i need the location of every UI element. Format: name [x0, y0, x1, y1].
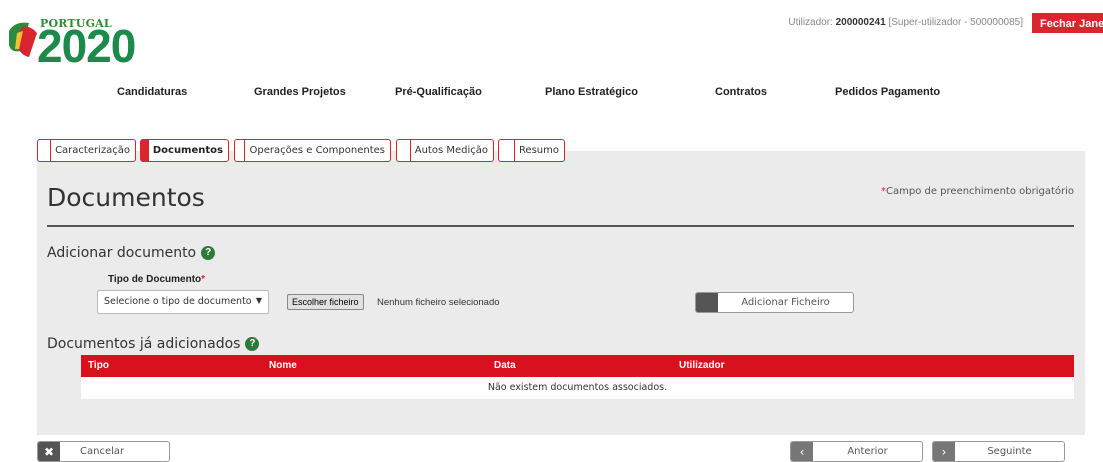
column-header-nome[interactable]: Nome	[269, 360, 297, 371]
nav-item-pedidos-pagamento[interactable]: Pedidos Pagamento	[835, 86, 940, 98]
cancel-label: Cancelar	[80, 446, 125, 457]
tab-resumo[interactable]: Resumo	[498, 139, 565, 162]
tab-label: Operações e Componentes	[249, 145, 385, 156]
chevron-left-icon: ‹	[791, 442, 813, 461]
required-star: *	[201, 274, 206, 285]
empty-message: Não existem documentos associados.	[487, 382, 668, 393]
add-file-button[interactable]: Adicionar Ficheiro	[695, 292, 854, 313]
nav-item-candidaturas[interactable]: Candidaturas	[117, 86, 187, 98]
tab-marker	[235, 140, 246, 161]
tab-operacoes-componentes[interactable]: Operações e Componentes	[234, 139, 391, 162]
tab-marker	[499, 140, 515, 161]
nav-item-grandes-projetos[interactable]: Grandes Projetos	[254, 86, 346, 98]
close-window-button[interactable]: Fechar Janela	[1032, 13, 1103, 33]
tab-label: Documentos	[152, 145, 223, 156]
tab-autos-medicao[interactable]: Autos Medição	[396, 139, 494, 162]
nav-item-pre-qualificacao[interactable]: Pré-Qualificação	[395, 86, 482, 98]
page-title: Documentos	[47, 183, 205, 212]
table-row: Não existem documentos associados.	[81, 377, 1074, 399]
user-info: Utilizador: 200000241 [Super-utilizador …	[788, 17, 1023, 28]
help-icon[interactable]: ?	[245, 337, 260, 351]
add-document-heading: Adicionar documento ?	[47, 245, 216, 261]
tab-marker	[141, 140, 149, 161]
tab-caracterizacao[interactable]: Caracterização	[37, 139, 136, 162]
tab-label: Caracterização	[55, 145, 130, 156]
choose-file-button[interactable]: Escolher ficheiro	[287, 294, 364, 310]
portugal-2020-logo: PORTUGAL 2020	[0, 8, 170, 72]
add-file-label: Adicionar Ficheiro	[741, 297, 830, 308]
required-note-text: Campo de preenchimento obrigatório	[886, 186, 1074, 197]
button-marker	[696, 293, 718, 312]
caret-down-icon: ▼	[255, 296, 262, 305]
file-status: Nenhum ficheiro selecionado	[377, 297, 500, 308]
logo-year: 2020	[37, 20, 136, 72]
help-icon[interactable]: ?	[201, 246, 216, 260]
column-header-data[interactable]: Data	[494, 360, 516, 371]
previous-label: Anterior	[847, 446, 888, 457]
title-divider	[47, 225, 1074, 227]
documents-list-heading: Documentos já adicionados ?	[47, 336, 260, 352]
document-type-label-text: Tipo de Documento	[108, 274, 202, 285]
close-x-icon: ✖	[38, 442, 60, 461]
nav-item-plano-estrategico[interactable]: Plano Estratégico	[545, 86, 638, 98]
tab-label: Autos Medição	[414, 145, 488, 156]
tab-marker	[38, 140, 52, 161]
documents-list-title: Documentos já adicionados	[47, 336, 241, 352]
user-prefix: Utilizador:	[788, 17, 833, 28]
column-header-tipo[interactable]: Tipo	[88, 360, 109, 371]
tab-marker	[397, 140, 411, 161]
add-document-title: Adicionar documento	[47, 245, 197, 261]
document-type-select[interactable]: Selecione o tipo de documento ▼	[97, 290, 269, 314]
user-role: [Super-utilizador - 500000085]	[888, 17, 1023, 28]
logo-mark-icon	[9, 22, 37, 57]
tab-label: Resumo	[518, 145, 559, 156]
documents-table: Tipo Nome Data Utilizador Não existem do…	[81, 355, 1074, 399]
document-type-label: Tipo de Documento*	[108, 274, 205, 285]
chevron-right-icon: ›	[933, 442, 955, 461]
select-value: Selecione o tipo de documento	[104, 296, 252, 307]
next-button[interactable]: › Seguinte	[932, 441, 1065, 462]
next-label: Seguinte	[987, 446, 1032, 457]
nav-item-contratos[interactable]: Contratos	[715, 86, 767, 98]
column-header-utilizador[interactable]: Utilizador	[679, 360, 725, 371]
cancel-button[interactable]: ✖ Cancelar	[37, 441, 170, 462]
required-note: *Campo de preenchimento obrigatório	[881, 186, 1074, 197]
previous-button[interactable]: ‹ Anterior	[790, 441, 923, 462]
tab-documentos[interactable]: Documentos	[140, 139, 229, 162]
table-header: Tipo Nome Data Utilizador	[81, 355, 1074, 377]
user-id: 200000241	[835, 17, 886, 28]
main-nav: Candidaturas Grandes Projetos Pré-Qualif…	[0, 86, 1103, 102]
